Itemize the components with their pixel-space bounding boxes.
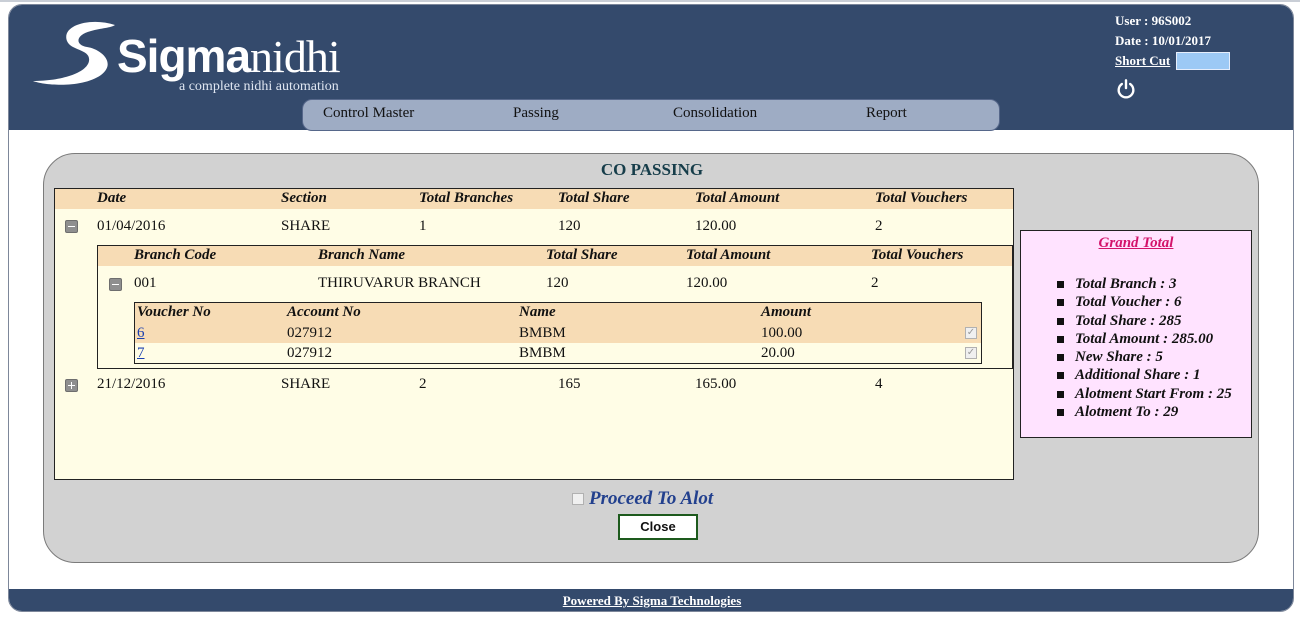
footer: Powered By Sigma Technologies (9, 589, 1293, 611)
date-label: Date : 10/01/2017 (1115, 33, 1212, 48)
col-total-vouchers: Total Vouchers (875, 190, 968, 206)
row-share: 120 (558, 218, 581, 234)
footer-link[interactable]: Powered By Sigma Technologies (563, 593, 742, 608)
list-item: Total Branch : 3 (1057, 275, 1232, 293)
row-amount: 120.00 (695, 218, 737, 234)
menu-report[interactable]: Report (866, 105, 907, 122)
col-total-branches: Total Branches (419, 190, 514, 206)
col-branch-name: Branch Name (318, 247, 406, 263)
voucher-name: BMBM (519, 325, 566, 341)
proceed-checkbox[interactable] (572, 493, 584, 505)
list-item: Total Amount : 285.00 (1057, 330, 1232, 348)
voucher-amount: 20.00 (761, 345, 795, 361)
voucher-name: BMBM (519, 345, 566, 361)
collapse-icon[interactable] (65, 220, 78, 233)
branch-header-row: Branch Code Branch Name Total Share Tota… (98, 246, 1012, 266)
row-branches: 2 (419, 376, 427, 392)
user-label: User : 96S002 (1115, 13, 1192, 28)
branch-amount: 120.00 (686, 275, 728, 291)
col-branch-code: Branch Code (134, 247, 217, 263)
table-row: 7 027912 BMBM 20.00 ✓ (135, 343, 981, 363)
voucher-header-row: Voucher No Account No Name Amount (135, 303, 981, 323)
shortcut-label: Short Cut (1115, 53, 1171, 68)
logo-swoosh-icon (33, 21, 115, 85)
table-row: 6 027912 BMBM 100.00 ✓ (135, 323, 981, 343)
list-item: Additional Share : 1 (1057, 366, 1232, 384)
list-item: Alotment Start From : 25 (1057, 385, 1232, 403)
voucher-link[interactable]: 7 (137, 345, 145, 362)
row-amount: 165.00 (695, 376, 737, 392)
col-branch-share: Total Share (546, 247, 618, 263)
row-date: 21/12/2016 (97, 376, 166, 392)
grand-total-box: Grand Total Total Branch : 3 Total Vouch… (1020, 230, 1252, 438)
menu-control-master[interactable]: Control Master (323, 105, 414, 122)
row-vouchers: 2 (875, 218, 883, 234)
user-info: User : 96S002 Date : 10/01/2017 Short Cu… (1115, 11, 1231, 107)
row-branches: 1 (419, 218, 427, 234)
list-item: New Share : 5 (1057, 348, 1232, 366)
col-date: Date (97, 190, 127, 206)
close-button[interactable]: Close (618, 514, 698, 540)
row-vouchers: 4 (875, 376, 883, 392)
branch-share: 120 (546, 275, 569, 291)
row-share: 165 (558, 376, 581, 392)
passing-grid: Date Section Total Branches Total Share … (54, 188, 1014, 480)
proceed-to-alot[interactable]: Proceed To Alot (572, 488, 713, 510)
shortcut-input[interactable] (1176, 52, 1231, 70)
header: Sigmanidhi a complete nidhi automation U… (9, 5, 1293, 131)
app-frame: Sigmanidhi a complete nidhi automation U… (8, 4, 1294, 612)
row-section: SHARE (281, 218, 331, 234)
col-amount: Amount (761, 304, 812, 320)
row-date: 01/04/2016 (97, 218, 166, 234)
col-total-amount: Total Amount (695, 190, 780, 206)
col-name: Name (519, 304, 556, 320)
co-passing-panel: CO PASSING Date Section Total Branches T… (43, 153, 1259, 563)
col-account-no: Account No (287, 304, 361, 320)
voucher-account: 027912 (287, 325, 332, 341)
col-section: Section (281, 190, 327, 206)
menu-passing[interactable]: Passing (513, 105, 559, 122)
branch-code: 001 (134, 275, 157, 291)
row-section: SHARE (281, 376, 331, 392)
voucher-amount: 100.00 (761, 325, 803, 341)
checkbox-icon[interactable]: ✓ (965, 327, 977, 339)
logo-main-text: Sigma (117, 30, 251, 82)
list-item: Total Voucher : 6 (1057, 293, 1232, 311)
logo-wordmark: Sigmanidhi (117, 29, 341, 83)
shortcut-row: Short Cut (1115, 51, 1231, 71)
logo[interactable]: Sigmanidhi a complete nidhi automation (31, 19, 391, 99)
main-menu: Control Master Passing Consolidation Rep… (302, 99, 1000, 131)
grid-header-row: Date Section Total Branches Total Share … (55, 189, 1013, 209)
power-icon[interactable] (1115, 77, 1137, 101)
list-item: Alotment To : 29 (1057, 403, 1232, 421)
grand-total-list: Total Branch : 3 Total Voucher : 6 Total… (1057, 275, 1232, 421)
col-branch-amount: Total Amount (686, 247, 771, 263)
logo-tagline: a complete nidhi automation (179, 79, 339, 94)
col-total-share: Total Share (558, 190, 630, 206)
voucher-subgrid: Voucher No Account No Name Amount 6 0279… (134, 302, 982, 364)
proceed-label[interactable]: Proceed To Alot (589, 488, 713, 510)
grand-total-title: Grand Total (1098, 235, 1174, 251)
expand-icon[interactable] (65, 379, 78, 392)
voucher-account: 027912 (287, 345, 332, 361)
logo-accent-text: nidhi (250, 31, 341, 82)
panel-title: CO PASSING (600, 160, 704, 179)
voucher-link[interactable]: 6 (137, 325, 145, 342)
branch-subgrid: Branch Code Branch Name Total Share Tota… (97, 245, 1013, 369)
checkbox-icon[interactable]: ✓ (965, 347, 977, 359)
col-voucher-no: Voucher No (137, 304, 211, 320)
list-item: Total Share : 285 (1057, 312, 1232, 330)
top-rule (0, 0, 1300, 2)
branch-vouchers: 2 (871, 275, 879, 291)
menu-consolidation[interactable]: Consolidation (673, 105, 757, 122)
col-branch-vouchers: Total Vouchers (871, 247, 964, 263)
collapse-icon[interactable] (109, 278, 122, 291)
branch-name: THIRUVARUR BRANCH (318, 275, 481, 291)
